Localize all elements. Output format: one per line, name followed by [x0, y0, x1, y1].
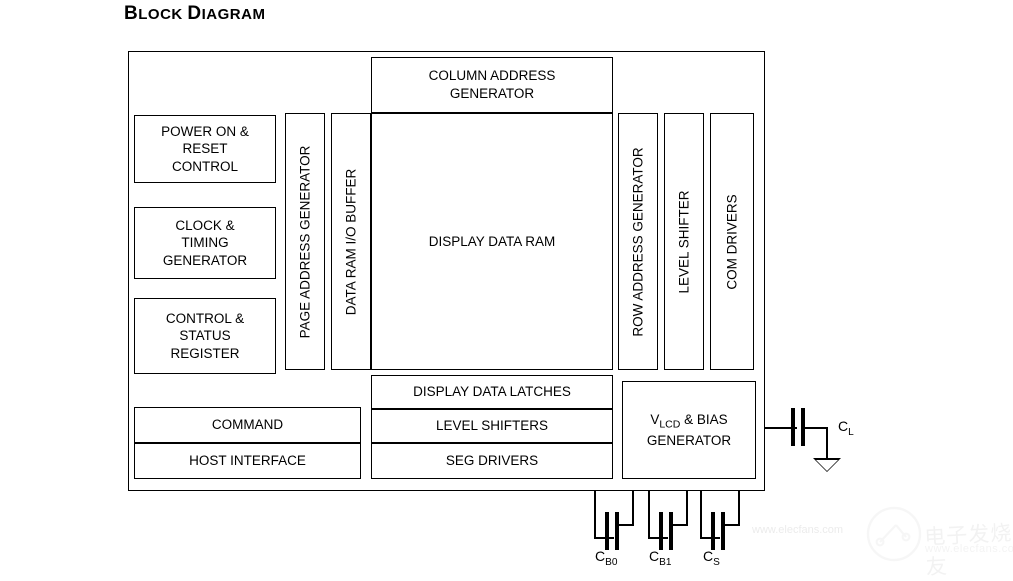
- cb0-sub: B0: [605, 556, 618, 568]
- capacitor-label-cb1: CB1: [649, 548, 671, 568]
- cs-plate-right: [721, 512, 725, 550]
- block-clock-timing-generator[interactable]: CLOCK & TIMING GENERATOR: [134, 207, 276, 279]
- block-control-status-register[interactable]: CONTROL & STATUS REGISTER: [134, 298, 276, 374]
- vlcd-prefix: V: [650, 411, 660, 427]
- block-level-shifters[interactable]: LEVEL SHIFTERS: [371, 409, 613, 443]
- block-vlcd-bias-generator-label: VLCD & BIAS GENERATOR: [647, 411, 731, 450]
- block-host-interface[interactable]: HOST INTERFACE: [134, 443, 361, 479]
- cs-sub: S: [713, 556, 720, 568]
- elecfans-logo-icon: [866, 506, 922, 562]
- ground-symbol-inner: [816, 459, 838, 471]
- block-level-shifter[interactable]: LEVEL SHIFTER: [664, 113, 704, 370]
- block-page-address-generator-label: PAGE ADDRESS GENERATOR: [297, 145, 313, 338]
- title-part-2: D: [187, 3, 202, 24]
- block-page-address-generator[interactable]: PAGE ADDRESS GENERATOR: [285, 113, 325, 370]
- vlcd-suffix: & BIAS: [680, 411, 728, 427]
- wire-cl-to-ground: [805, 427, 828, 429]
- wire-cs-left-leg: [700, 491, 702, 539]
- wire-ground-stem: [826, 427, 828, 458]
- cb0-plate-right: [615, 512, 619, 550]
- block-vlcd-bias-generator[interactable]: VLCD & BIAS GENERATOR: [622, 381, 756, 479]
- watermark-url-secondary: www.elecfans.com: [752, 524, 844, 536]
- page-title: BLOCK DIAGRAM: [124, 3, 265, 25]
- block-com-drivers[interactable]: COM DRIVERS: [710, 113, 754, 370]
- cs-plate-left: [711, 512, 715, 550]
- title-part-1: LOCK: [138, 6, 188, 23]
- cb0-plate-left: [605, 512, 609, 550]
- wire-cb1-right-leg: [686, 491, 688, 526]
- cb0-name: C: [595, 548, 606, 564]
- block-data-ram-io-buffer-label: DATA RAM I/O BUFFER: [343, 168, 359, 315]
- block-com-drivers-label: COM DRIVERS: [724, 193, 740, 290]
- block-display-data-latches[interactable]: DISPLAY DATA LATCHES: [371, 375, 613, 409]
- block-power-on-reset-control[interactable]: POWER ON & RESET CONTROL: [134, 115, 276, 183]
- wire-cb0-left-leg: [594, 491, 596, 539]
- block-row-address-generator-label: ROW ADDRESS GENERATOR: [630, 146, 646, 337]
- cb1-plate-left: [659, 512, 663, 550]
- cb1-name: C: [649, 548, 660, 564]
- block-seg-drivers[interactable]: SEG DRIVERS: [371, 443, 613, 479]
- wire-cb1-left-bottom: [648, 537, 668, 539]
- capacitor-label-cb0: CB0: [595, 548, 617, 568]
- block-display-data-ram[interactable]: DISPLAY DATA RAM: [371, 113, 613, 370]
- vlcd-subscript: LCD: [659, 418, 681, 431]
- wire-cs-right-leg: [738, 491, 740, 526]
- cs-name: C: [703, 548, 714, 564]
- cb1-sub: B1: [659, 556, 672, 568]
- block-diagram-canvas: BLOCK DIAGRAM POWER ON & RESET CONTROL C…: [0, 0, 1013, 579]
- vlcd-line2: GENERATOR: [646, 432, 732, 448]
- block-column-address-generator[interactable]: COLUMN ADDRESS GENERATOR: [371, 57, 613, 113]
- block-row-address-generator[interactable]: ROW ADDRESS GENERATOR: [618, 113, 658, 370]
- capacitor-label-cs: CS: [703, 548, 720, 568]
- title-part-0: B: [124, 3, 139, 24]
- cl-name: C: [838, 418, 849, 434]
- cl-plate-left: [791, 408, 795, 446]
- cb1-plate-right: [669, 512, 673, 550]
- title-part-3: IAGRAM: [201, 6, 266, 23]
- block-level-shifter-label: LEVEL SHIFTER: [676, 189, 692, 294]
- wire-cs-left-bottom: [700, 537, 720, 539]
- wire-cb1-left-leg: [648, 491, 650, 539]
- watermark-url: www.elecfans.com: [925, 543, 1013, 555]
- capacitor-label-cl: CL: [838, 418, 854, 438]
- block-data-ram-io-buffer[interactable]: DATA RAM I/O BUFFER: [331, 113, 371, 370]
- wire-cb0-right-leg: [632, 491, 634, 526]
- block-command[interactable]: COMMAND: [134, 407, 361, 443]
- wire-cb0-left-bottom: [594, 537, 614, 539]
- ground-symbol-icon: [813, 458, 841, 472]
- cl-sub: L: [848, 426, 854, 438]
- watermark-brand: 电子发烧友: [923, 520, 1013, 580]
